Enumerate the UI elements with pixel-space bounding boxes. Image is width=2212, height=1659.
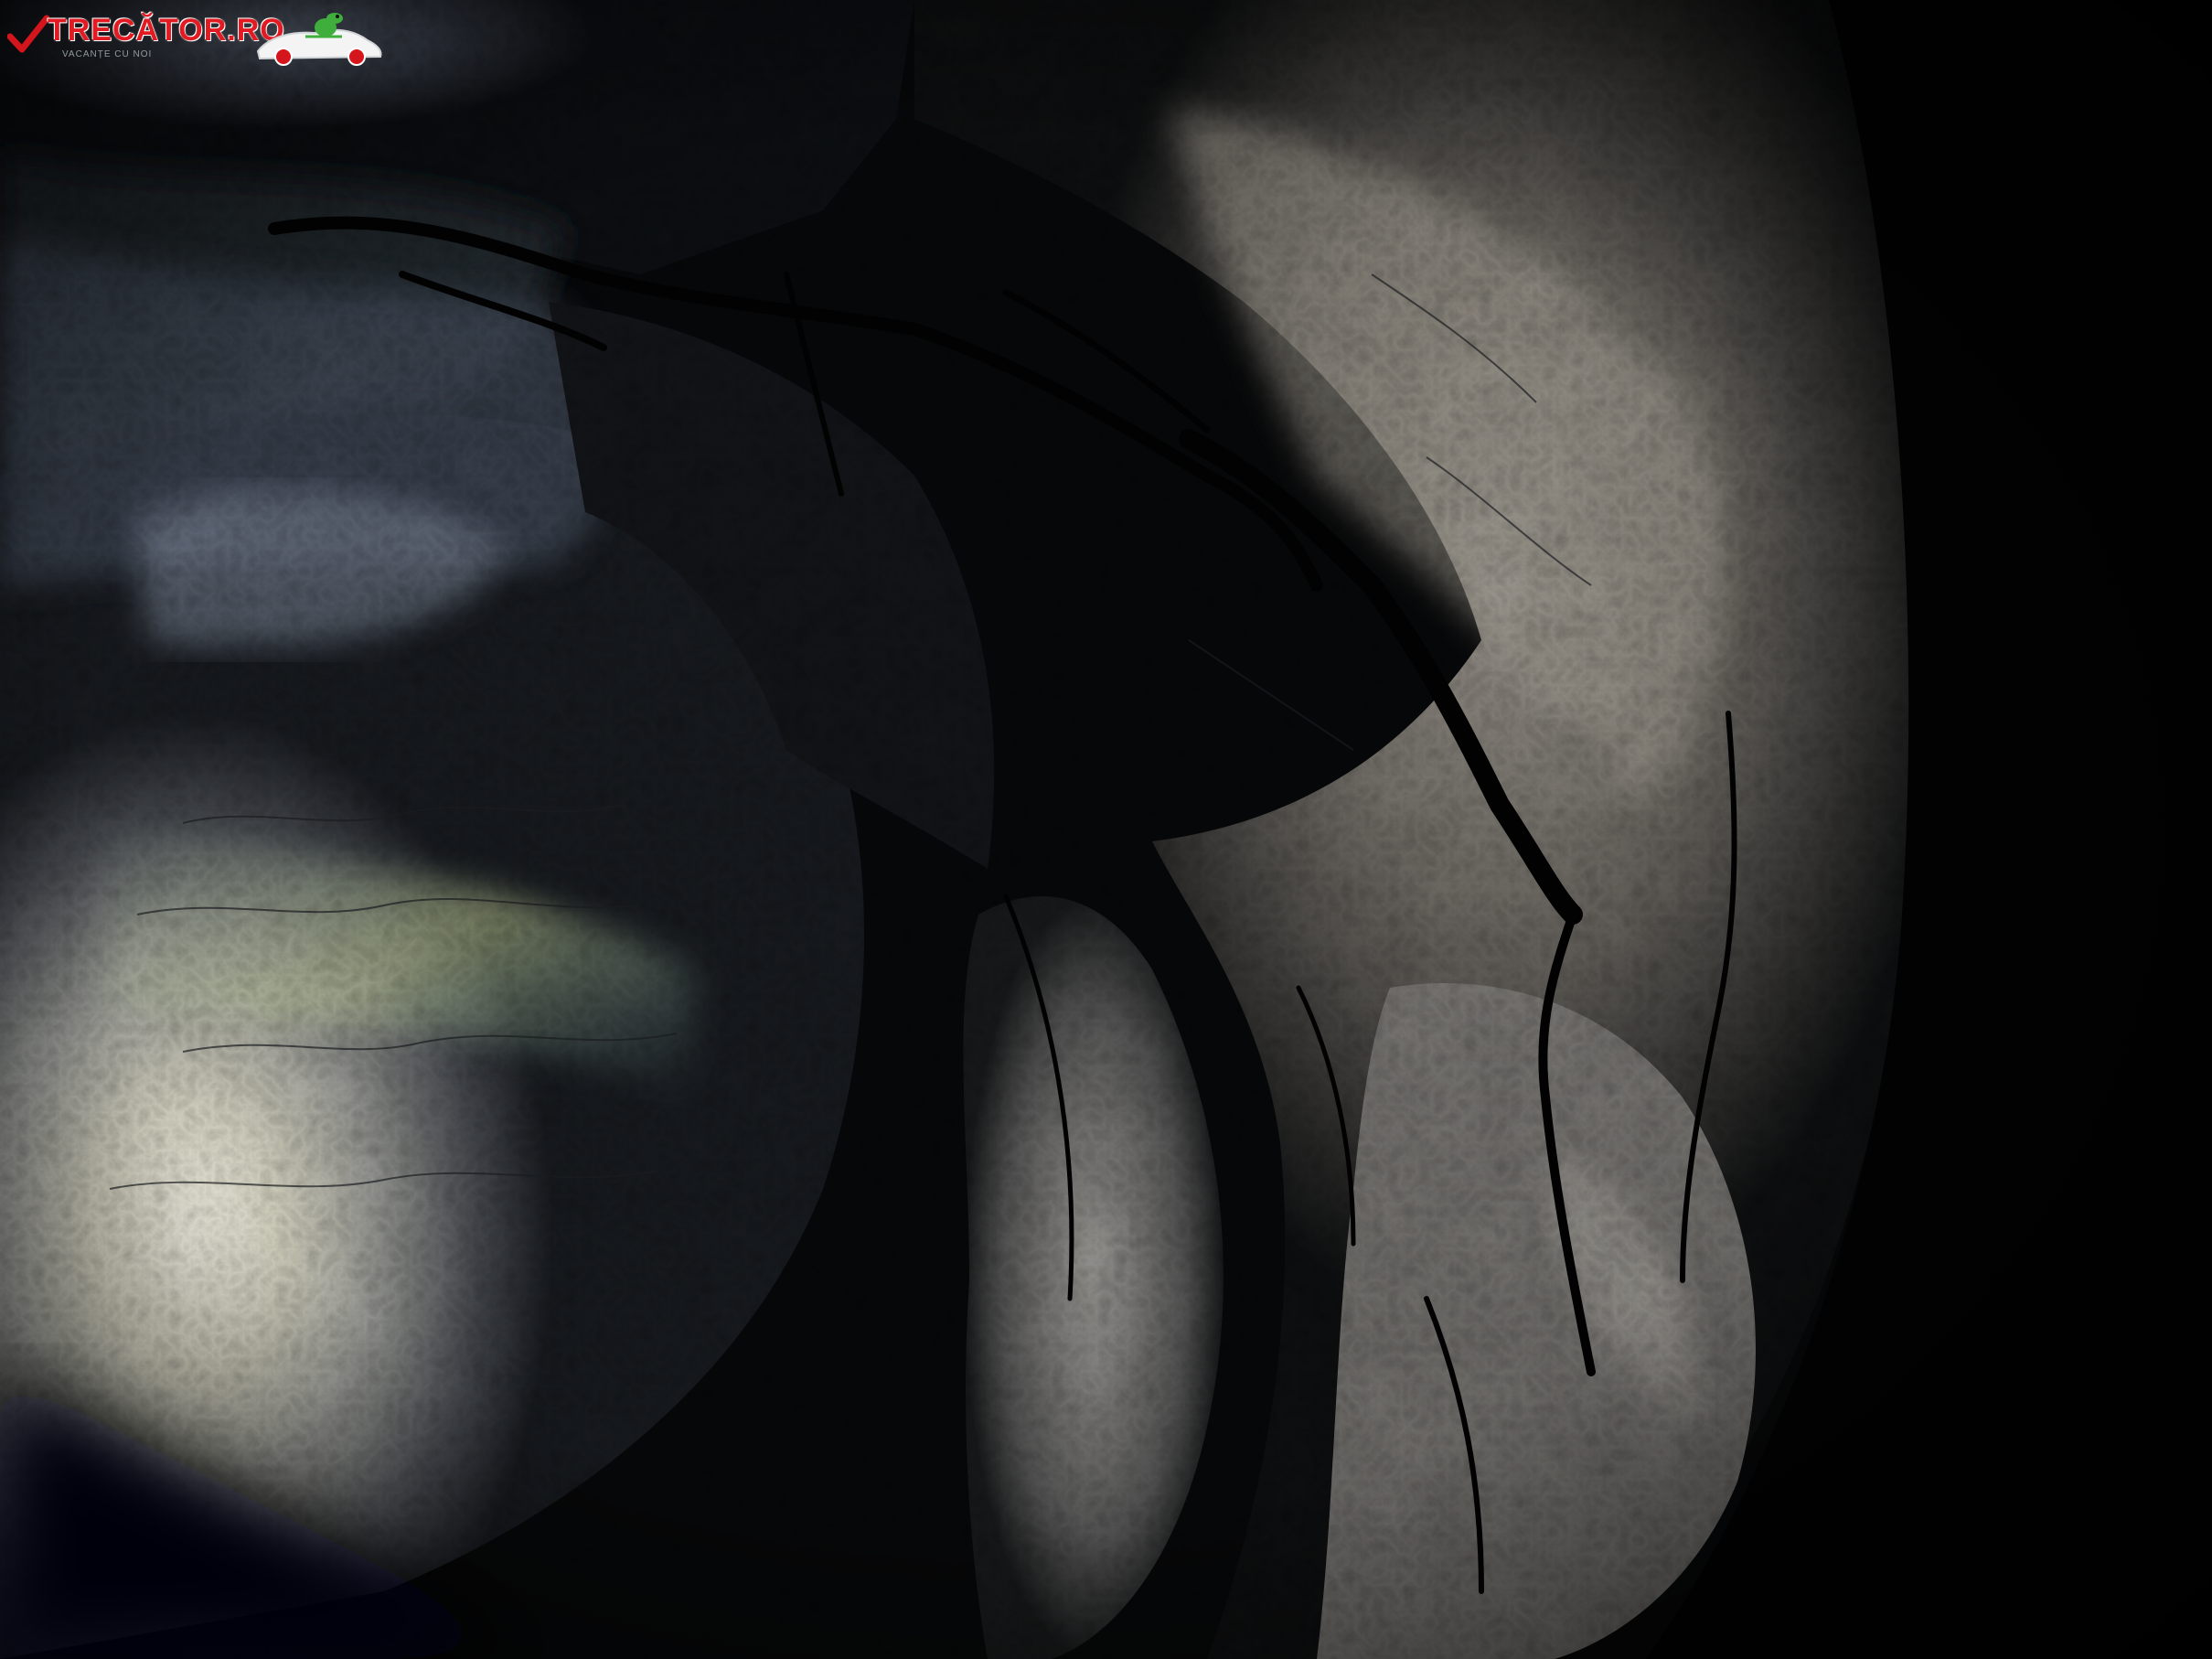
car-mascot-icon (256, 13, 382, 66)
watermark-tagline: VACANȚE CU NOI (62, 49, 153, 59)
watermark-brand: TRECĂTOR.RO (48, 13, 285, 48)
cave-rock-image (0, 0, 2212, 1659)
site-watermark: TRECĂTOR.RO VACANȚE CU NOI (7, 9, 391, 68)
cave-photo: TRECĂTOR.RO VACANȚE CU NOI (0, 0, 2212, 1659)
checkmark-icon (7, 15, 49, 53)
